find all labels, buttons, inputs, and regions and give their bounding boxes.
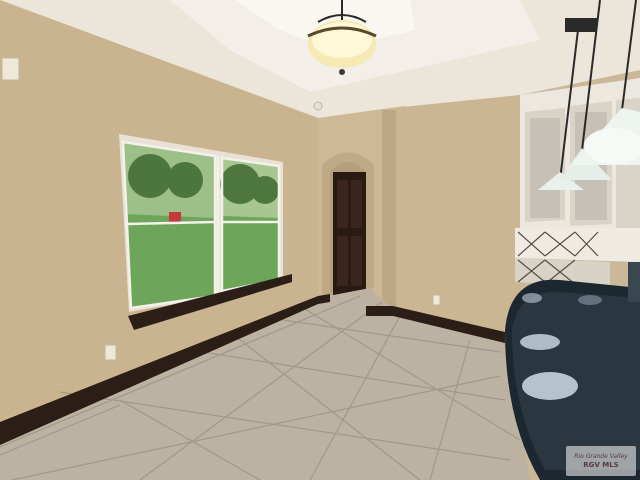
smoke-detector bbox=[313, 101, 323, 111]
right-wall bbox=[393, 95, 520, 340]
wall-column bbox=[382, 110, 396, 320]
door-panel bbox=[337, 180, 348, 228]
mls-watermark: Rio Grande Valley RGV MLS bbox=[566, 446, 636, 476]
light-switch-plate bbox=[1, 57, 20, 81]
watermark-line-2: RGV MLS bbox=[583, 460, 619, 469]
wall-outlet bbox=[432, 294, 441, 306]
door-panel bbox=[351, 236, 362, 286]
room-photo: Rio Grande Valley RGV MLS bbox=[0, 0, 640, 480]
door-panel bbox=[337, 236, 348, 286]
room-scene bbox=[0, 0, 640, 480]
door-panel bbox=[351, 180, 362, 228]
wall-outlet bbox=[104, 344, 117, 361]
watermark-line-1: Rio Grande Valley bbox=[574, 452, 628, 460]
